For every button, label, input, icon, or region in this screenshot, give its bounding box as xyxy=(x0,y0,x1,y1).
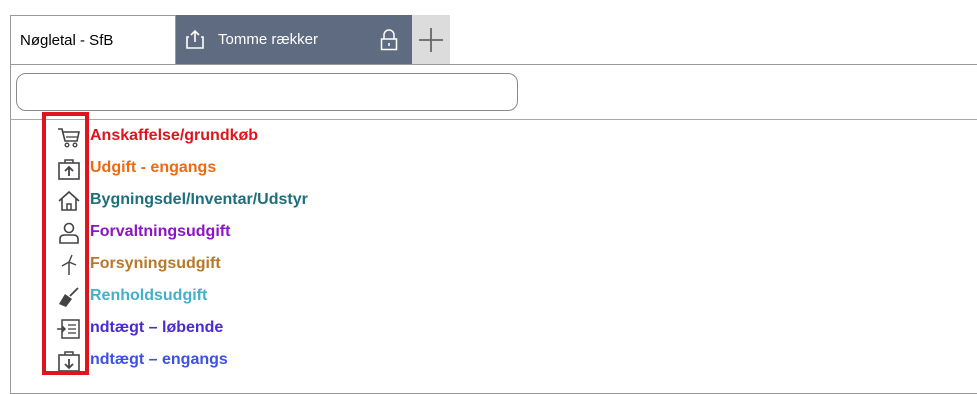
list-item-forvaltning[interactable]: Forvaltningsudgift xyxy=(52,217,472,249)
list-item-indtaegt-loebende[interactable]: ndtægt – løbende xyxy=(52,313,472,345)
list-item-label: Renholdsudgift xyxy=(90,287,208,304)
add-tab-button[interactable] xyxy=(412,15,450,65)
icon-column-highlight xyxy=(42,112,89,375)
list-item-label: Anskaffelse/grundkøb xyxy=(90,127,259,144)
list-item-renhold[interactable]: Renholdsudgift xyxy=(52,281,472,313)
tab-noegletal-sfb[interactable]: Nøgletal - SfB xyxy=(10,15,176,65)
plus-icon xyxy=(419,28,443,52)
search-input[interactable] xyxy=(16,73,518,111)
list-item-label: Forvaltningsudgift xyxy=(90,223,231,240)
list-item-label: Forsyningsudgift xyxy=(90,255,221,272)
tab-label: Tomme rækker xyxy=(218,31,319,48)
tab-bar: Nøgletal - SfB Tomme rækker xyxy=(10,15,450,65)
list-item-anskaffelse[interactable]: Anskaffelse/grundkøb xyxy=(52,121,472,153)
tab-tomme-raekker[interactable]: Tomme rækker xyxy=(176,15,412,65)
tab-label: Nøgletal - SfB xyxy=(20,32,114,49)
list-item-udgift-engangs[interactable]: Udgift - engangs xyxy=(52,153,472,185)
category-list: Anskaffelse/grundkøb Udgift - engangs By… xyxy=(52,121,472,377)
lock-icon[interactable] xyxy=(380,29,398,51)
list-item-label: ndtægt – løbende xyxy=(90,319,224,336)
list-item-forsyning[interactable]: Forsyningsudgift xyxy=(52,249,472,281)
list-item-label: ndtægt – engangs xyxy=(90,351,228,368)
list-item-label: Bygningsdel/Inventar/Udstyr xyxy=(90,191,308,208)
share-icon[interactable] xyxy=(186,29,204,49)
list-item-indtaegt-engangs[interactable]: ndtægt – engangs xyxy=(52,345,472,377)
list-item-bygningsdel[interactable]: Bygningsdel/Inventar/Udstyr xyxy=(52,185,472,217)
divider xyxy=(10,119,977,120)
list-item-label: Udgift - engangs xyxy=(90,159,217,176)
